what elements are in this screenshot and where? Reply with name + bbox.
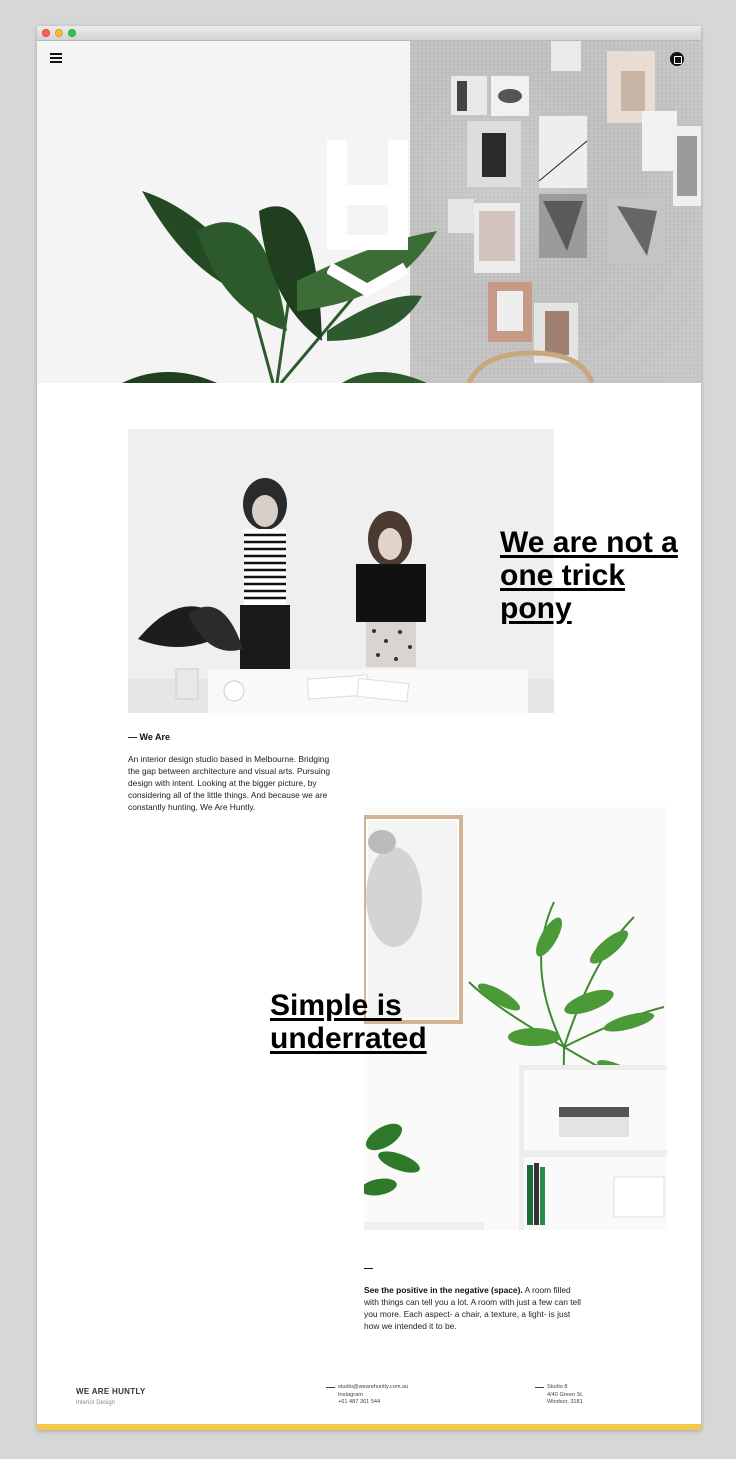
footer-dash (326, 1387, 335, 1388)
we-are-label: — We Are (128, 732, 171, 742)
moodboard-images (448, 41, 701, 363)
browser-window: We are not a one trick pony — We Are An … (37, 26, 701, 1430)
minimize-window-button[interactable] (55, 29, 63, 37)
title-bar (37, 26, 701, 41)
footer-contact: studio@wearehuntly.com.au Instagram +61 … (326, 1384, 408, 1407)
menu-button[interactable] (50, 53, 62, 63)
team-photo-illustration (128, 478, 554, 713)
hero-image (37, 41, 701, 383)
hamburger-icon (50, 53, 62, 55)
zoom-window-button[interactable] (68, 29, 76, 37)
accent-bar (37, 1424, 701, 1430)
footer-email[interactable]: studio@wearehuntly.com.au (338, 1384, 408, 1392)
huntly-logo-icon (327, 140, 408, 297)
footer-phone[interactable]: +61 487 361 544 (338, 1399, 408, 1407)
headline-one-trick[interactable]: We are not a one trick pony (500, 526, 700, 625)
footer-dash (535, 1387, 544, 1388)
footer-brand[interactable]: WE ARE HUNTLY (76, 1387, 146, 1396)
footer-address-line-2: 4/40 Green St, (547, 1391, 584, 1398)
instagram-icon[interactable] (670, 52, 684, 66)
footer-address: Studio 8 4/40 Green St, Windsor, 3181 (535, 1384, 584, 1407)
footer-instagram[interactable]: Instagram (338, 1392, 408, 1400)
feature-text: See the positive in the negative (space)… (364, 1284, 584, 1332)
footer-subtitle: Interior Design (76, 1400, 116, 1406)
feature-lead: See the positive in the negative (space)… (364, 1285, 523, 1295)
footer-address-line-3: Windsor, 3181 (547, 1399, 583, 1405)
close-window-button[interactable] (42, 29, 50, 37)
divider (364, 1268, 373, 1269)
intro-text: An interior design studio based in Melbo… (128, 754, 331, 812)
headline-simple[interactable]: Simple is underrated (270, 989, 490, 1055)
footer-address-line-1: Studio 8 (547, 1384, 568, 1390)
team-photo (128, 429, 554, 713)
